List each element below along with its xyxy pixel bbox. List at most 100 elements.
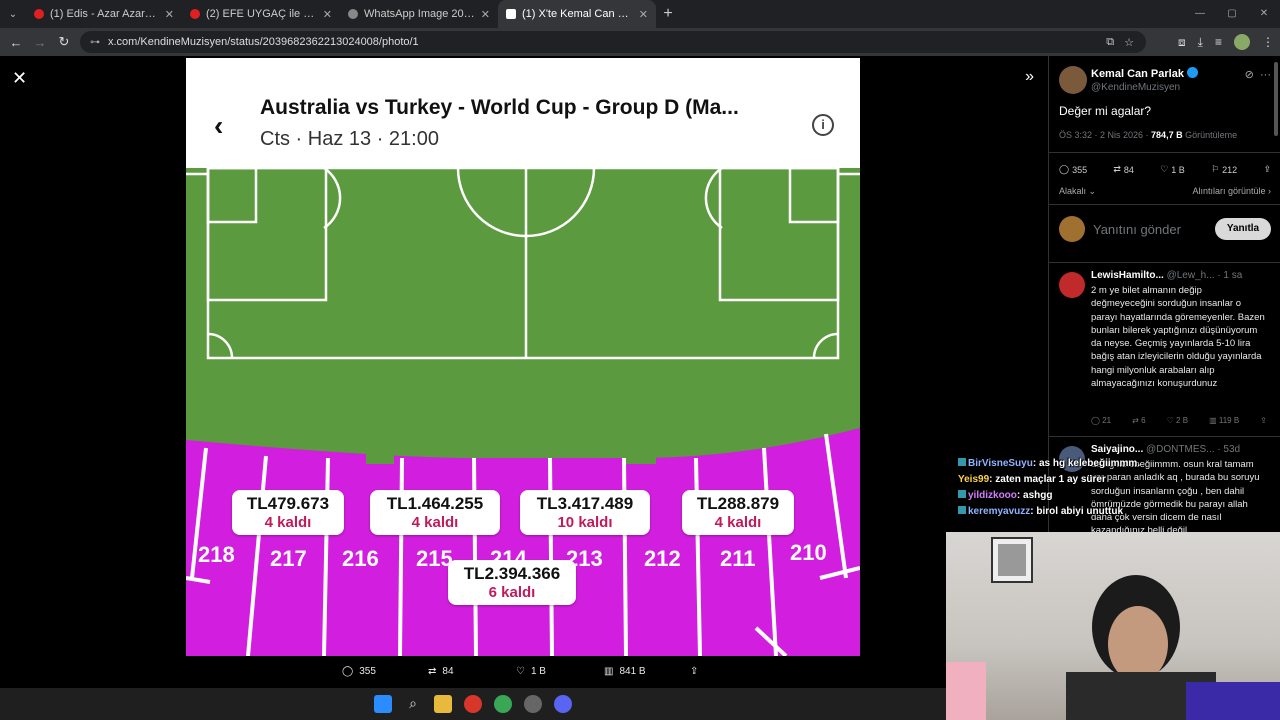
forward-icon[interactable]: →: [28, 35, 52, 50]
price-value: TL1.464.255: [386, 494, 484, 513]
reply-icon: ◯: [342, 666, 354, 677]
grok-icon[interactable]: ⊘: [1245, 69, 1254, 81]
view-count: 119 B: [1218, 416, 1240, 425]
like-action[interactable]: ♡ 1 B: [516, 666, 546, 677]
stands-drawing: [186, 428, 860, 656]
share-icon: ⇪: [690, 666, 699, 677]
close-icon[interactable]: ✕: [12, 68, 27, 89]
extensions-icon[interactable]: ⧈: [1178, 35, 1186, 50]
view-quotes-link[interactable]: Alıntıları görüntüle ›: [1192, 186, 1271, 197]
reply-count: 355: [359, 666, 376, 677]
share-icon[interactable]: ⇪: [1260, 416, 1267, 425]
tab-title: WhatsApp Image 2026-04-02 at: [364, 8, 475, 20]
price-tag: TL3.417.489 10 kaldı: [520, 490, 650, 535]
retweet-action[interactable]: ⇄ 6: [1132, 416, 1145, 425]
profile-avatar-icon[interactable]: [1234, 34, 1250, 50]
window-controls: — ▢ ✕: [1184, 0, 1280, 28]
minimize-icon[interactable]: —: [1184, 0, 1216, 28]
close-tab-icon[interactable]: ✕: [165, 8, 174, 21]
site-info-icon[interactable]: ⊶: [90, 37, 100, 48]
download-icon[interactable]: ⤓: [1198, 35, 1203, 50]
globe-icon: [348, 9, 358, 19]
webcam-overlay: [946, 532, 1280, 720]
reply-action[interactable]: ◯ 355: [342, 666, 376, 677]
bookmark-star-icon[interactable]: ☆: [1124, 36, 1134, 49]
like-action[interactable]: ♡ 1 B: [1160, 164, 1185, 175]
tab-search-chevron-icon[interactable]: ⌄: [0, 0, 26, 28]
reload-icon[interactable]: ↻: [52, 34, 76, 50]
views-action[interactable]: ▥ 841 B: [604, 666, 646, 677]
reply-button[interactable]: Yanıtla: [1215, 218, 1271, 240]
tweet-meta: ÖS 3:32 · 2 Nis 2026 · 784,7 B Görüntüle…: [1059, 130, 1237, 140]
tab-2[interactable]: WhatsApp Image 2026-04-02 at ✕: [340, 0, 498, 28]
reading-list-icon[interactable]: ≡: [1215, 35, 1222, 49]
kebab-menu-icon[interactable]: ⋮: [1262, 35, 1274, 49]
tweet-views-label: Görüntüleme: [1182, 130, 1238, 140]
reply-action[interactable]: ◯ 21: [1091, 416, 1111, 425]
price-value: TL2.394.366: [463, 564, 561, 583]
badge-icon: [958, 490, 966, 498]
like-count: 2 B: [1176, 416, 1189, 425]
verified-badge-icon: [1186, 67, 1198, 78]
retweet-action[interactable]: ⇄ 84: [428, 666, 454, 677]
author-name[interactable]: Kemal Can Parlak: [1091, 67, 1198, 80]
tab-0[interactable]: (1) Edis - Azar Azar (Official Video) ✕: [26, 0, 182, 28]
retweet-count: 6: [1141, 416, 1146, 425]
reply-time: · 1 sa: [1217, 270, 1243, 281]
chrome-icon[interactable]: [464, 695, 482, 713]
close-tab-icon[interactable]: ✕: [639, 8, 648, 21]
reply-input[interactable]: Yanıtını gönder: [1093, 222, 1181, 237]
tickets-left: 6 kaldı: [488, 584, 536, 601]
share-action[interactable]: ⇪: [690, 666, 698, 677]
close-tab-icon[interactable]: ✕: [481, 8, 490, 21]
heart-icon: ♡: [1160, 164, 1169, 174]
close-tab-icon[interactable]: ✕: [323, 8, 332, 21]
like-count: 1 B: [530, 666, 546, 677]
price-tag: TL1.464.255 4 kaldı: [370, 490, 500, 535]
chat-message: BirVisneSuyu: as hg kelebeğiimmm.: [958, 456, 1258, 472]
tweet-time: ÖS 3:32 · 2 Nis 2026 ·: [1059, 130, 1152, 140]
sort-dropdown[interactable]: Alakalı ⌄: [1059, 186, 1096, 197]
new-tab-button[interactable]: +: [656, 5, 680, 23]
reply-action[interactable]: ◯ 355: [1059, 164, 1087, 175]
avatar[interactable]: [1059, 272, 1085, 298]
back-icon[interactable]: ←: [4, 35, 28, 50]
price-value: TL479.673: [246, 494, 330, 513]
price-tag: TL479.673 4 kaldı: [232, 490, 344, 535]
avatar[interactable]: [1059, 66, 1087, 94]
views-action[interactable]: ▥ 119 B: [1209, 416, 1239, 425]
install-app-icon[interactable]: ⧉: [1106, 36, 1114, 49]
search-icon[interactable]: ⌕: [404, 695, 422, 713]
more-icon[interactable]: ···: [1260, 69, 1271, 81]
tickets-left: 4 kaldı: [411, 514, 459, 531]
scrollbar[interactable]: [1274, 62, 1278, 136]
bookmark-icon: ⚐: [1211, 164, 1220, 174]
discord-icon[interactable]: [554, 695, 572, 713]
youtube-icon: [34, 9, 44, 19]
reply-tweet[interactable]: LewisHamilto... @Lew_h... · 1 sa 2 m ye …: [1059, 270, 1273, 440]
maximize-icon[interactable]: ▢: [1216, 0, 1248, 28]
section-label: 212: [644, 546, 681, 571]
pitch: [186, 166, 860, 468]
like-action[interactable]: ♡ 2 B: [1167, 416, 1188, 425]
tab-3[interactable]: (1) X'te Kemal Can Parlak: "Değ ✕: [498, 0, 656, 28]
tweet-photo[interactable]: ‹ Australia vs Turkey - World Cup - Grou…: [186, 58, 860, 656]
tweet-views-count: 784,7 B: [1151, 130, 1183, 140]
collapse-sidebar-icon[interactable]: »: [1025, 68, 1034, 86]
retweet-action[interactable]: ⇄ 84: [1113, 164, 1134, 175]
price-value: TL288.879: [696, 494, 780, 513]
tab-title: (1) Edis - Azar Azar (Official Video): [50, 8, 159, 20]
section-label: 211: [720, 546, 756, 571]
reply-handle: @DONTMES...: [1146, 444, 1215, 455]
share-icon[interactable]: ⇪: [1263, 164, 1271, 175]
windows-start-icon[interactable]: [374, 695, 392, 713]
chrome-icon[interactable]: [494, 695, 512, 713]
badge-icon: [958, 458, 966, 466]
tab-1[interactable]: (2) EFE UYGAÇ ile SINIRSIZ YEM ✕: [182, 0, 340, 28]
file-explorer-icon[interactable]: [434, 695, 452, 713]
obs-icon[interactable]: [524, 695, 542, 713]
url-bar[interactable]: ⊶ x.com/KendineMuzisyen/status/203968236…: [80, 31, 1146, 53]
bookmark-action[interactable]: ⚐ 212: [1211, 164, 1237, 175]
badge-icon: [958, 506, 966, 514]
close-window-icon[interactable]: ✕: [1248, 0, 1280, 28]
